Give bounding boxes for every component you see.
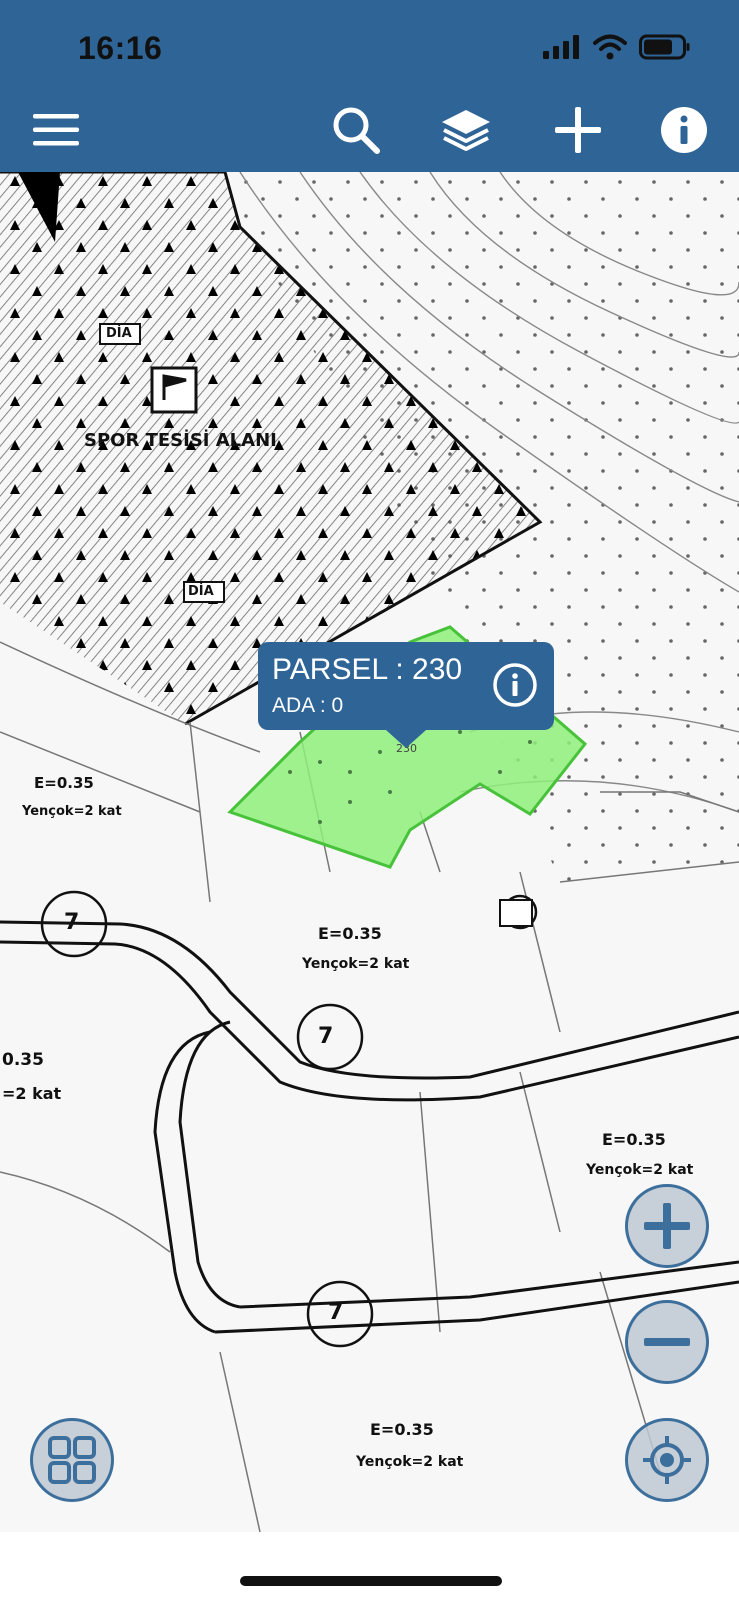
battery-icon [639,34,690,60]
grid-button[interactable] [30,1418,114,1502]
info-icon[interactable] [492,662,538,708]
layers-icon [442,110,490,151]
map-label-spor: SPOR TESİSİ ALANI [84,430,277,451]
map-label-dia: DİA [188,584,214,599]
road-label: 7 [318,1024,334,1049]
info-icon [661,107,707,153]
app-header: 16:16 [0,0,739,172]
menu-icon [33,114,79,146]
layers-button[interactable] [436,100,496,160]
signal-icon [543,35,579,59]
search-button[interactable] [326,100,386,160]
wifi-icon [593,34,627,60]
map-label-density: 0.35 [2,1050,44,1070]
parcel-popup[interactable]: PARSEL : 230 ADA : 0 [258,642,554,748]
info-button[interactable] [654,100,714,160]
map-label-density: E=0.35 [34,774,94,792]
map-label-height: Yençok=2 kat [356,1454,464,1470]
map-label-height: Yençok=2 kat [22,804,122,819]
status-icons [543,34,691,60]
map-label-height: =2 kat [2,1084,62,1103]
zoom-in-icon [644,1203,690,1249]
grid-icon [48,1436,96,1484]
map-label-density: E=0.35 [318,924,382,943]
map-label-height: Yençok=2 kat [586,1162,694,1178]
menu-button[interactable] [26,100,86,160]
home-indicator[interactable] [240,1576,502,1586]
zoom-out-icon [644,1338,690,1346]
zoom-out-button[interactable] [625,1300,709,1384]
map-label-height: Yençok=2 kat [302,956,410,972]
locate-icon [643,1436,691,1484]
add-button[interactable] [548,100,608,160]
add-icon [555,107,601,153]
map-label-density: E=0.35 [370,1420,434,1439]
map-label-density: E=0.35 [602,1130,666,1149]
road-label: 7 [64,910,80,935]
search-icon [333,107,380,154]
map-label-dia: DİA [106,326,132,341]
zoom-in-button[interactable] [625,1184,709,1268]
road-label: 7 [328,1300,344,1325]
locate-button[interactable] [625,1418,709,1502]
bottom-safe-area [0,1532,739,1600]
status-time: 16:16 [78,30,163,66]
